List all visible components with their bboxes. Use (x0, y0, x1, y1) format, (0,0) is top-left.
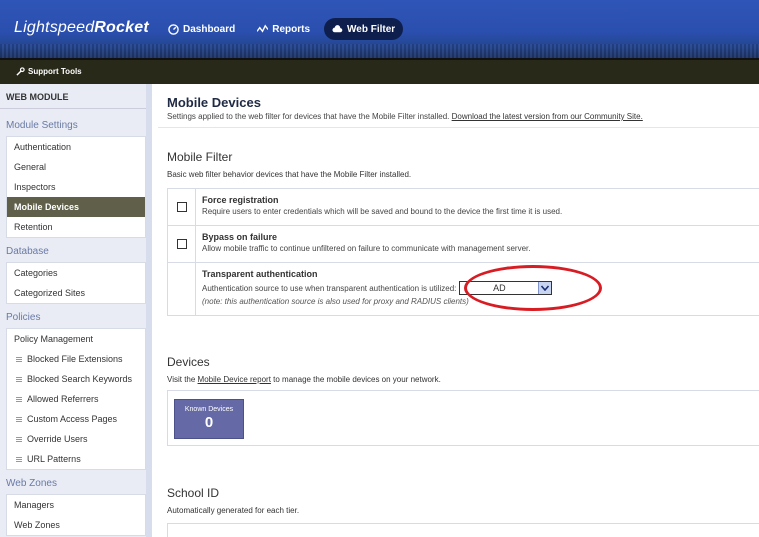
section-web-zones: Web Zones (6, 478, 57, 489)
sidebar-item-inspectors[interactable]: Inspectors (7, 177, 145, 197)
chevron-down-icon (541, 285, 550, 291)
mobile-filter-description: Basic web filter behavior devices that h… (167, 170, 412, 179)
main-content: Mobile Devices Settings applied to the w… (158, 84, 759, 537)
database-group: Categories Categorized Sites (6, 262, 146, 304)
download-link[interactable]: Download the latest version from our Com… (452, 112, 643, 121)
transparent-auth-label: Transparent authentication (202, 269, 318, 279)
page-description: Settings applied to the web filter for d… (167, 112, 643, 121)
sidebar: WEB MODULE Module Settings Authenticatio… (0, 84, 152, 537)
mobile-filter-settings: Force registration Require users to ente… (167, 188, 759, 316)
support-tools-link[interactable]: Support Tools (16, 67, 82, 76)
bypass-on-failure-desc: Allow mobile traffic to continue unfilte… (202, 244, 531, 253)
bypass-on-failure-checkbox[interactable] (177, 239, 187, 249)
sidebar-item-general[interactable]: General (7, 157, 145, 177)
sub-item-icon (16, 456, 22, 462)
top-bar: LightspeedRocket Dashboard Reports Web F… (0, 0, 759, 58)
sidebar-item-web-zones[interactable]: Web Zones (7, 515, 145, 535)
nav-dashboard[interactable]: Dashboard (160, 18, 243, 40)
main-nav: Dashboard Reports Web Filter (160, 18, 404, 40)
sub-item-icon (16, 436, 22, 442)
force-registration-row: Force registration Require users to ente… (168, 189, 759, 226)
school-id-panel (167, 523, 759, 537)
section-database: Database (6, 246, 49, 257)
force-registration-label: Force registration (202, 195, 279, 205)
section-policies: Policies (6, 312, 41, 323)
policies-group: Policy Management Blocked File Extension… (6, 328, 146, 470)
select-dropdown-button[interactable] (538, 282, 552, 294)
module-settings-group: Authentication General Inspectors Mobile… (6, 136, 146, 238)
known-devices-label: Known Devices (184, 406, 234, 413)
nav-web-filter[interactable]: Web Filter (324, 18, 404, 40)
mobile-device-report-link[interactable]: Mobile Device report (198, 375, 271, 384)
sidebar-item-policy-management[interactable]: Policy Management (7, 329, 145, 349)
support-tools-bar: Support Tools (0, 58, 759, 84)
devices-panel: Known Devices 0 (167, 390, 759, 446)
bypass-on-failure-label: Bypass on failure (202, 232, 278, 242)
known-devices-tile[interactable]: Known Devices 0 (174, 399, 244, 439)
sidebar-item-blocked-search-keywords[interactable]: Blocked Search Keywords (7, 369, 145, 389)
transparent-auth-desc: Authentication source to use when transp… (202, 283, 457, 293)
sidebar-item-authentication[interactable]: Authentication (7, 137, 145, 157)
auth-source-select[interactable]: AD (459, 281, 553, 295)
sidebar-item-managers[interactable]: Managers (7, 495, 145, 515)
reports-icon (257, 24, 269, 33)
force-registration-checkbox[interactable] (177, 202, 187, 212)
wrench-icon (16, 67, 25, 76)
page-header: Mobile Devices Settings applied to the w… (158, 84, 759, 128)
sub-item-icon (16, 416, 22, 422)
page-title: Mobile Devices (167, 95, 261, 110)
transparent-auth-note: (note: this authentication source is als… (202, 297, 469, 306)
devices-heading: Devices (167, 355, 210, 369)
bypass-on-failure-row: Bypass on failure Allow mobile traffic t… (168, 226, 759, 263)
transparent-auth-row: Transparent authentication Authenticatio… (168, 263, 759, 315)
sidebar-item-url-patterns[interactable]: URL Patterns (7, 449, 145, 469)
dashboard-icon (168, 23, 179, 35)
sidebar-item-allowed-referrers[interactable]: Allowed Referrers (7, 389, 145, 409)
school-id-heading: School ID (167, 486, 220, 500)
web-zones-group: Managers Web Zones (6, 494, 146, 536)
module-heading: WEB MODULE (0, 84, 146, 109)
app-logo[interactable]: LightspeedRocket (14, 19, 149, 37)
cloud-icon (332, 24, 343, 32)
force-registration-desc: Require users to enter credentials which… (202, 207, 563, 216)
sidebar-item-blocked-file-extensions[interactable]: Blocked File Extensions (7, 349, 145, 369)
sidebar-item-categorized-sites[interactable]: Categorized Sites (7, 283, 145, 303)
sidebar-item-retention[interactable]: Retention (7, 217, 145, 237)
mobile-filter-heading: Mobile Filter (167, 150, 233, 164)
sub-item-icon (16, 356, 22, 362)
sidebar-item-categories[interactable]: Categories (7, 263, 145, 283)
sub-item-icon (16, 396, 22, 402)
known-devices-count: 0 (204, 414, 214, 431)
auth-source-value: AD (493, 283, 506, 293)
sidebar-item-override-users[interactable]: Override Users (7, 429, 145, 449)
sub-item-icon (16, 376, 22, 382)
devices-description: Visit the Mobile Device report to manage… (167, 375, 441, 384)
section-module-settings: Module Settings (6, 120, 78, 131)
school-id-description: Automatically generated for each tier. (167, 506, 300, 515)
sidebar-item-mobile-devices[interactable]: Mobile Devices (7, 197, 145, 217)
nav-reports[interactable]: Reports (249, 18, 318, 40)
sidebar-item-custom-access-pages[interactable]: Custom Access Pages (7, 409, 145, 429)
